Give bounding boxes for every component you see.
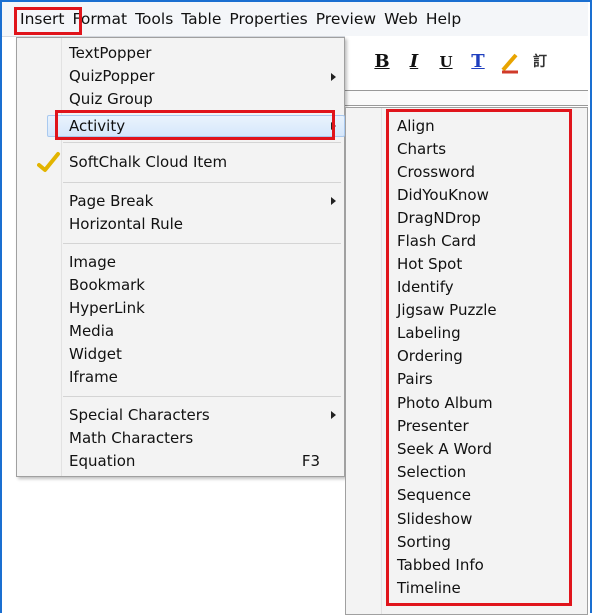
text-color-button[interactable]: T xyxy=(467,50,489,74)
menu-item-media[interactable]: Media xyxy=(69,320,114,342)
menu-item-widget[interactable]: Widget xyxy=(69,343,122,365)
menu-item-bookmark[interactable]: Bookmark xyxy=(69,274,145,296)
menu-item-quizpopper[interactable]: QuizPopper xyxy=(69,65,154,87)
menu-icon-gutter xyxy=(17,38,62,476)
submenu-item-selection[interactable]: Selection xyxy=(397,461,466,483)
menu-item-activity[interactable]: Activity xyxy=(69,115,125,137)
menu-item-hyperlink[interactable]: HyperLink xyxy=(69,297,145,319)
submenu-item-sequence[interactable]: Sequence xyxy=(397,484,471,506)
menu-item-textpopper[interactable]: TextPopper xyxy=(69,42,151,64)
menu-separator xyxy=(63,182,341,183)
checkmark-icon xyxy=(37,151,61,175)
menu-separator xyxy=(63,396,341,397)
menu-preview[interactable]: Preview xyxy=(312,6,380,32)
submenu-item-seek-a-word[interactable]: Seek A Word xyxy=(397,438,492,460)
menu-properties[interactable]: Properties xyxy=(225,6,311,32)
underline-button[interactable]: U xyxy=(435,50,457,74)
menu-item-iframe[interactable]: Iframe xyxy=(69,366,118,388)
menu-item-special-characters[interactable]: Special Characters xyxy=(69,404,210,426)
insert-dropdown-menu: TextPopper QuizPopper Quiz Group Activit… xyxy=(16,37,345,477)
menu-insert[interactable]: Insert xyxy=(16,6,68,32)
submenu-item-timeline[interactable]: Timeline xyxy=(397,577,461,599)
format-toolbar: B I U T 訂 xyxy=(345,36,588,108)
submenu-item-flash-card[interactable]: Flash Card xyxy=(397,230,476,252)
menu-item-horizontal-rule[interactable]: Horizontal Rule xyxy=(69,213,183,235)
more-toolbar-icon[interactable]: 訂 xyxy=(529,50,551,74)
submenu-item-labeling[interactable]: Labeling xyxy=(397,322,461,344)
shortcut-label: F3 xyxy=(301,452,320,470)
menu-table[interactable]: Table xyxy=(177,6,225,32)
submenu-item-sorting[interactable]: Sorting xyxy=(397,531,451,553)
menu-format[interactable]: Format xyxy=(68,6,131,32)
submenu-item-charts[interactable]: Charts xyxy=(397,138,446,160)
submenu-item-photo-album[interactable]: Photo Album xyxy=(397,392,493,414)
submenu-item-presenter[interactable]: Presenter xyxy=(397,415,469,437)
menu-separator xyxy=(63,142,341,143)
menu-item-image[interactable]: Image xyxy=(69,251,116,273)
submenu-icon-gutter xyxy=(346,108,382,614)
menu-web[interactable]: Web xyxy=(380,6,422,32)
menu-item-softchalk-cloud[interactable]: SoftChalk Cloud Item xyxy=(69,151,227,173)
submenu-item-didyouknow[interactable]: DidYouKnow xyxy=(397,184,489,206)
submenu-item-tabbed-info[interactable]: Tabbed Info xyxy=(397,554,484,576)
submenu-item-align[interactable]: Align xyxy=(397,115,435,137)
ruler xyxy=(345,90,588,106)
submenu-arrow-icon xyxy=(331,122,336,130)
menu-item-math-characters[interactable]: Math Characters xyxy=(69,427,193,449)
bold-button[interactable]: B xyxy=(371,50,393,74)
menu-item-page-break[interactable]: Page Break xyxy=(69,190,153,212)
italic-button[interactable]: I xyxy=(403,50,425,74)
submenu-item-pairs[interactable]: Pairs xyxy=(397,368,433,390)
menu-tools[interactable]: Tools xyxy=(131,6,177,32)
submenu-arrow-icon xyxy=(331,73,336,81)
menu-item-equation[interactable]: Equation xyxy=(69,450,135,472)
submenu-arrow-icon xyxy=(331,197,336,205)
menu-help[interactable]: Help xyxy=(422,6,465,32)
submenu-item-jigsaw-puzzle[interactable]: Jigsaw Puzzle xyxy=(397,299,497,321)
submenu-item-ordering[interactable]: Ordering xyxy=(397,345,463,367)
submenu-item-dragndrop[interactable]: DragNDrop xyxy=(397,207,481,229)
menu-bar: Insert Format Tools Table Properties Pre… xyxy=(2,2,588,37)
submenu-arrow-icon xyxy=(331,411,336,419)
activity-submenu: Align Charts Crossword DidYouKnow DragND… xyxy=(345,107,588,615)
submenu-item-crossword[interactable]: Crossword xyxy=(397,161,475,183)
highlighter-icon[interactable] xyxy=(499,50,521,74)
submenu-item-slideshow[interactable]: Slideshow xyxy=(397,508,472,530)
menu-separator xyxy=(63,243,341,244)
menu-item-quiz-group[interactable]: Quiz Group xyxy=(69,88,153,110)
submenu-item-identify[interactable]: Identify xyxy=(397,276,454,298)
submenu-item-hot-spot[interactable]: Hot Spot xyxy=(397,253,462,275)
